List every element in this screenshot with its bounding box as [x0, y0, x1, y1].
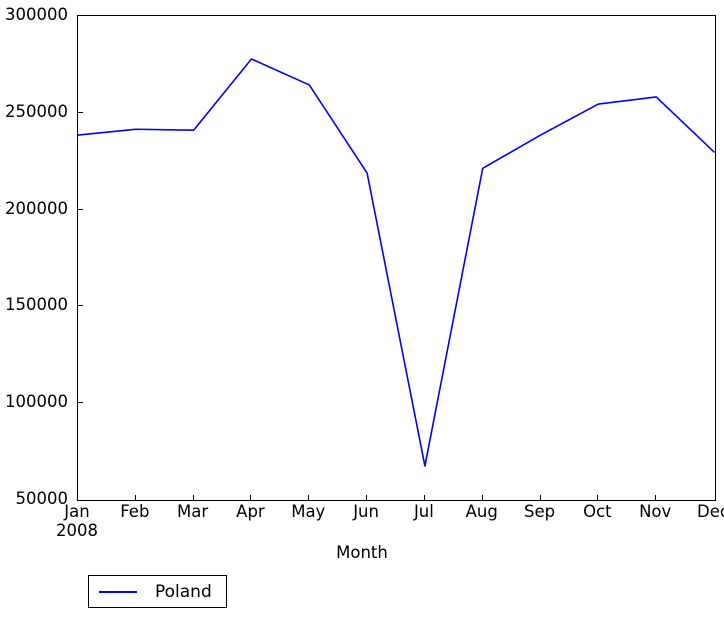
y-axis-tick-label: 100000 [5, 392, 68, 412]
series-line-poland [77, 58, 715, 467]
chart-figure: 50000 100000 150000 200000 250000 300000 Jan 2… [0, 0, 724, 621]
x-axis-year-label: 2008 [56, 520, 98, 540]
y-axis-tick-label: 300000 [5, 5, 68, 24]
legend-line-swatch-poland [99, 590, 137, 593]
x-axis-title: Month [336, 543, 388, 562]
line-chart-plot [77, 58, 715, 467]
chart-legend: Poland [88, 575, 227, 608]
x-axis-tick-label: Dec [697, 502, 724, 521]
y-axis-tick-label: 150000 [5, 295, 68, 315]
y-axis-tick-label: 250000 [5, 101, 68, 121]
y-axis-tick-label: 200000 [5, 198, 68, 218]
legend-label-poland: Poland [155, 581, 212, 602]
